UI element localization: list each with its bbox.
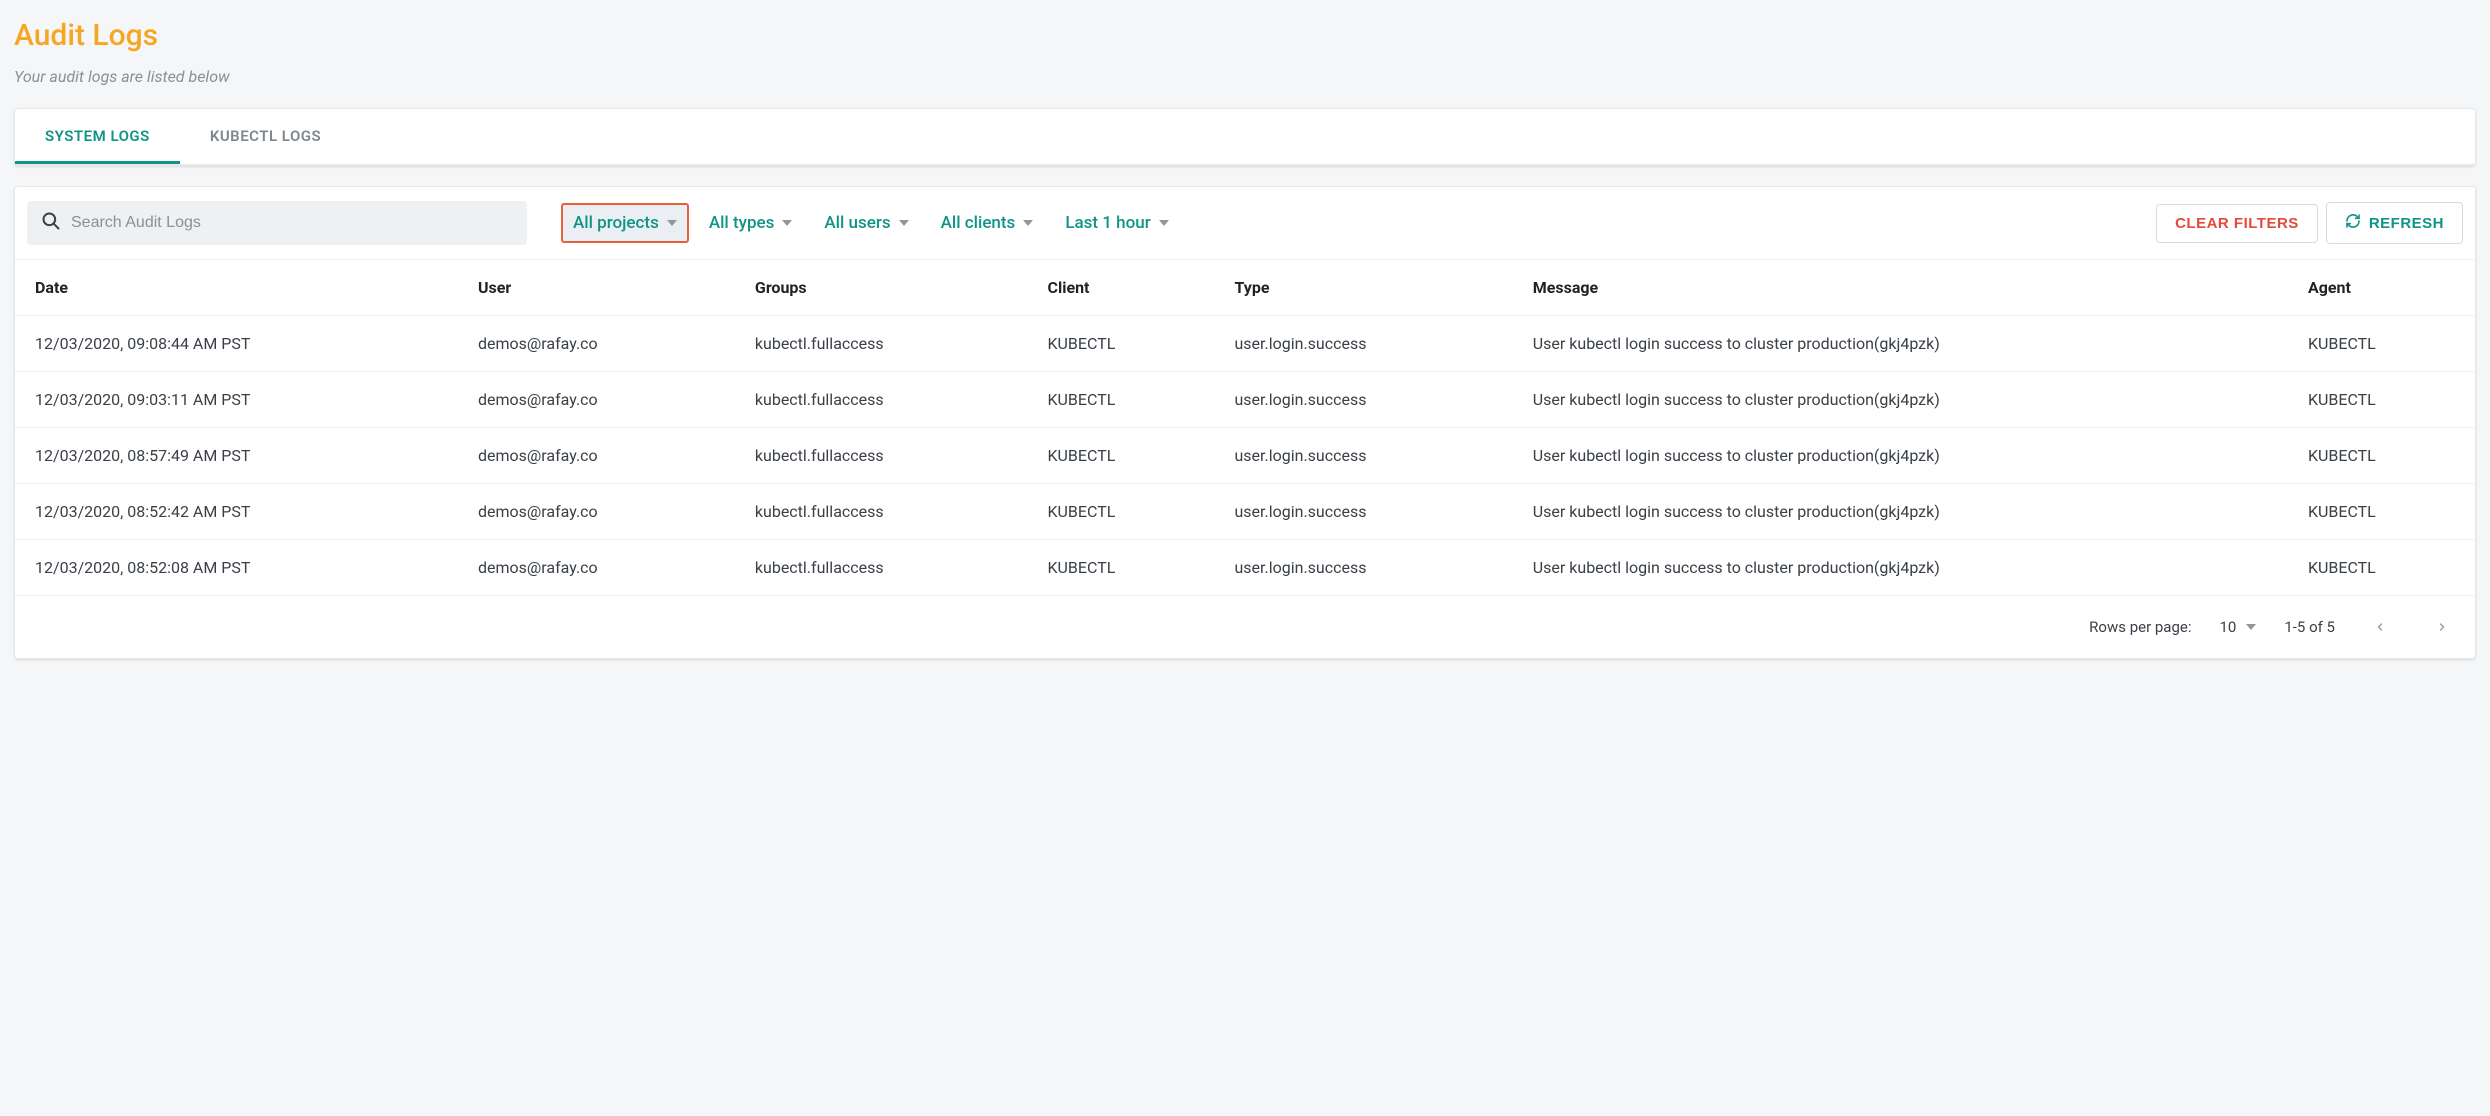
filter-time[interactable]: Last 1 hour — [1053, 203, 1180, 243]
cell-user: demos@rafay.co — [458, 316, 735, 372]
refresh-icon — [2345, 213, 2361, 233]
clear-filters-label: CLEAR FILTERS — [2175, 215, 2299, 232]
tab-system-logs[interactable]: SYSTEM LOGS — [15, 109, 180, 164]
page-subtitle: Your audit logs are listed below — [14, 67, 2476, 86]
cell-date: 12/03/2020, 08:52:08 AM PST — [15, 540, 458, 596]
cell-agent: KUBECTL — [2288, 540, 2475, 596]
cell-user: demos@rafay.co — [458, 484, 735, 540]
col-type[interactable]: Type — [1214, 260, 1512, 316]
table-footer: Rows per page: 10 1-5 of 5 — [15, 595, 2475, 658]
cell-groups: kubectl.fullaccess — [735, 540, 1028, 596]
tabs: SYSTEM LOGS KUBECTL LOGS — [15, 109, 2475, 165]
cell-date: 12/03/2020, 08:52:42 AM PST — [15, 484, 458, 540]
chevron-down-icon — [1159, 220, 1169, 226]
cell-type: user.login.success — [1214, 484, 1512, 540]
search-icon — [41, 211, 71, 235]
cell-type: user.login.success — [1214, 316, 1512, 372]
col-message[interactable]: Message — [1513, 260, 2288, 316]
cell-groups: kubectl.fullaccess — [735, 484, 1028, 540]
filter-types-label: All types — [709, 213, 775, 233]
table-row[interactable]: 12/03/2020, 08:52:08 AM PSTdemos@rafay.c… — [15, 540, 2475, 596]
tabs-card: SYSTEM LOGS KUBECTL LOGS — [14, 108, 2476, 166]
chevron-down-icon — [667, 220, 677, 226]
cell-agent: KUBECTL — [2288, 484, 2475, 540]
cell-client: KUBECTL — [1028, 428, 1215, 484]
table-row[interactable]: 12/03/2020, 09:03:11 AM PSTdemos@rafay.c… — [15, 372, 2475, 428]
search-wrap[interactable] — [27, 201, 527, 245]
cell-type: user.login.success — [1214, 540, 1512, 596]
chevron-down-icon — [2246, 624, 2256, 630]
chevron-down-icon — [782, 220, 792, 226]
col-date[interactable]: Date — [15, 260, 458, 316]
logs-table: Date User Groups Client Type Message Age… — [15, 259, 2475, 595]
col-agent[interactable]: Agent — [2288, 260, 2475, 316]
refresh-label: REFRESH — [2369, 215, 2444, 232]
cell-message: User kubectl login success to cluster pr… — [1513, 484, 2288, 540]
cell-date: 12/03/2020, 08:57:49 AM PST — [15, 428, 458, 484]
cell-agent: KUBECTL — [2288, 428, 2475, 484]
tab-kubectl-logs[interactable]: KUBECTL LOGS — [180, 109, 351, 164]
cell-user: demos@rafay.co — [458, 372, 735, 428]
cell-client: KUBECTL — [1028, 372, 1215, 428]
cell-type: user.login.success — [1214, 372, 1512, 428]
chevron-down-icon — [899, 220, 909, 226]
pagination-range: 1-5 of 5 — [2284, 618, 2335, 636]
prev-page-button[interactable] — [2363, 610, 2397, 644]
refresh-button[interactable]: REFRESH — [2326, 202, 2463, 244]
filter-projects[interactable]: All projects — [561, 203, 689, 243]
col-groups[interactable]: Groups — [735, 260, 1028, 316]
filter-projects-label: All projects — [573, 213, 659, 233]
col-user[interactable]: User — [458, 260, 735, 316]
filter-users[interactable]: All users — [812, 203, 920, 243]
cell-client: KUBECTL — [1028, 484, 1215, 540]
cell-groups: kubectl.fullaccess — [735, 316, 1028, 372]
cell-groups: kubectl.fullaccess — [735, 428, 1028, 484]
cell-groups: kubectl.fullaccess — [735, 372, 1028, 428]
filter-types[interactable]: All types — [697, 203, 805, 243]
rows-per-page-label: Rows per page: — [2089, 618, 2191, 636]
cell-message: User kubectl login success to cluster pr… — [1513, 372, 2288, 428]
cell-agent: KUBECTL — [2288, 372, 2475, 428]
cell-type: user.login.success — [1214, 428, 1512, 484]
cell-client: KUBECTL — [1028, 540, 1215, 596]
cell-date: 12/03/2020, 09:08:44 AM PST — [15, 316, 458, 372]
filter-users-label: All users — [824, 213, 890, 233]
table-row[interactable]: 12/03/2020, 08:52:42 AM PSTdemos@rafay.c… — [15, 484, 2475, 540]
cell-user: demos@rafay.co — [458, 428, 735, 484]
cell-agent: KUBECTL — [2288, 316, 2475, 372]
content-card: All projects All types All users All cli… — [14, 186, 2476, 659]
table-row[interactable]: 12/03/2020, 08:57:49 AM PSTdemos@rafay.c… — [15, 428, 2475, 484]
page-title: Audit Logs — [14, 18, 2476, 53]
cell-message: User kubectl login success to cluster pr… — [1513, 540, 2288, 596]
toolbar: All projects All types All users All cli… — [15, 187, 2475, 259]
cell-user: demos@rafay.co — [458, 540, 735, 596]
next-page-button[interactable] — [2425, 610, 2459, 644]
col-client[interactable]: Client — [1028, 260, 1215, 316]
table-header-row: Date User Groups Client Type Message Age… — [15, 260, 2475, 316]
rows-per-page-select[interactable]: 10 — [2219, 618, 2256, 636]
cell-message: User kubectl login success to cluster pr… — [1513, 428, 2288, 484]
clear-filters-button[interactable]: CLEAR FILTERS — [2156, 204, 2318, 243]
filter-clients[interactable]: All clients — [929, 203, 1046, 243]
rows-per-page-value: 10 — [2219, 618, 2236, 636]
filter-clients-label: All clients — [941, 213, 1016, 233]
cell-message: User kubectl login success to cluster pr… — [1513, 316, 2288, 372]
table-row[interactable]: 12/03/2020, 09:08:44 AM PSTdemos@rafay.c… — [15, 316, 2475, 372]
filter-time-label: Last 1 hour — [1065, 213, 1150, 233]
chevron-down-icon — [1023, 220, 1033, 226]
cell-date: 12/03/2020, 09:03:11 AM PST — [15, 372, 458, 428]
search-input[interactable] — [71, 214, 513, 232]
cell-client: KUBECTL — [1028, 316, 1215, 372]
